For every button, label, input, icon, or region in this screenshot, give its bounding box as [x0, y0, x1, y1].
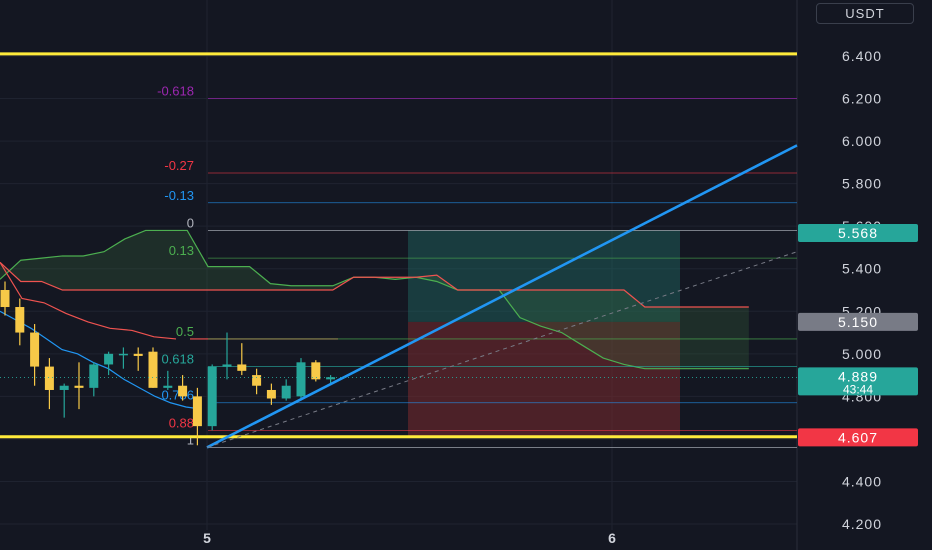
- fib-level-label: 0.786: [161, 388, 194, 403]
- fib-level-label: 0.5: [176, 324, 194, 339]
- fib-level-label: 0.88: [169, 415, 194, 430]
- candle-body[interactable]: [178, 385, 188, 397]
- fib-level-label: 1: [187, 432, 194, 447]
- y-axis-tick-label: 5.800: [842, 176, 882, 192]
- candle-body[interactable]: [15, 307, 25, 333]
- price-chart[interactable]: -0.618 -0.27 -0.13 0 0.13 0.5 0.618 0.786 0.88 1 6…: [0, 0, 932, 550]
- fib-level-label: 0.618: [161, 352, 194, 367]
- candle-body[interactable]: [104, 353, 114, 365]
- fib-level-label: -0.27: [164, 158, 194, 173]
- candle-body[interactable]: [237, 364, 247, 371]
- candle-body[interactable]: [192, 396, 202, 427]
- candle-body[interactable]: [59, 385, 69, 390]
- y-axis-tick-label: 6.400: [842, 48, 882, 64]
- y-axis-tick-label: 4.400: [842, 473, 882, 489]
- candle-body[interactable]: [74, 385, 84, 388]
- candle-body[interactable]: [326, 377, 336, 380]
- x-axis-tick-label: 6: [608, 530, 616, 546]
- fib-level-label: 0: [187, 215, 194, 230]
- price-label-text: 5.150: [838, 314, 878, 330]
- candle-body[interactable]: [148, 351, 158, 388]
- fib-level-label: -0.13: [164, 188, 194, 203]
- candle-body[interactable]: [266, 389, 276, 399]
- candle-body[interactable]: [118, 353, 128, 356]
- candle-body[interactable]: [311, 362, 321, 380]
- y-axis-tick-label: 5.400: [842, 261, 882, 277]
- candle-body[interactable]: [89, 364, 99, 388]
- price-label-countdown: 43:44: [843, 382, 873, 396]
- candle-body[interactable]: [44, 366, 54, 390]
- y-axis-tick-label: 4.200: [842, 516, 882, 532]
- candle-body[interactable]: [133, 353, 143, 356]
- candle-body[interactable]: [163, 385, 173, 388]
- candle-body[interactable]: [252, 375, 262, 386]
- x-axis-tick-label: 5: [203, 530, 211, 546]
- fib-level-label: 0.13: [169, 243, 194, 258]
- price-label-text: 4.607: [838, 429, 878, 445]
- candle-body[interactable]: [207, 366, 217, 427]
- price-label-text: 5.568: [838, 225, 878, 241]
- fib-level-label: -0.618: [157, 84, 194, 99]
- y-axis-tick-label: 5.000: [842, 346, 882, 362]
- candle-body[interactable]: [222, 364, 232, 367]
- candle-body[interactable]: [30, 332, 40, 367]
- candle-body[interactable]: [296, 362, 306, 397]
- y-axis-tick-label: 6.000: [842, 133, 882, 149]
- candle-body[interactable]: [0, 290, 10, 308]
- y-axis-tick-label: 6.200: [842, 91, 882, 107]
- candle-body[interactable]: [281, 385, 291, 399]
